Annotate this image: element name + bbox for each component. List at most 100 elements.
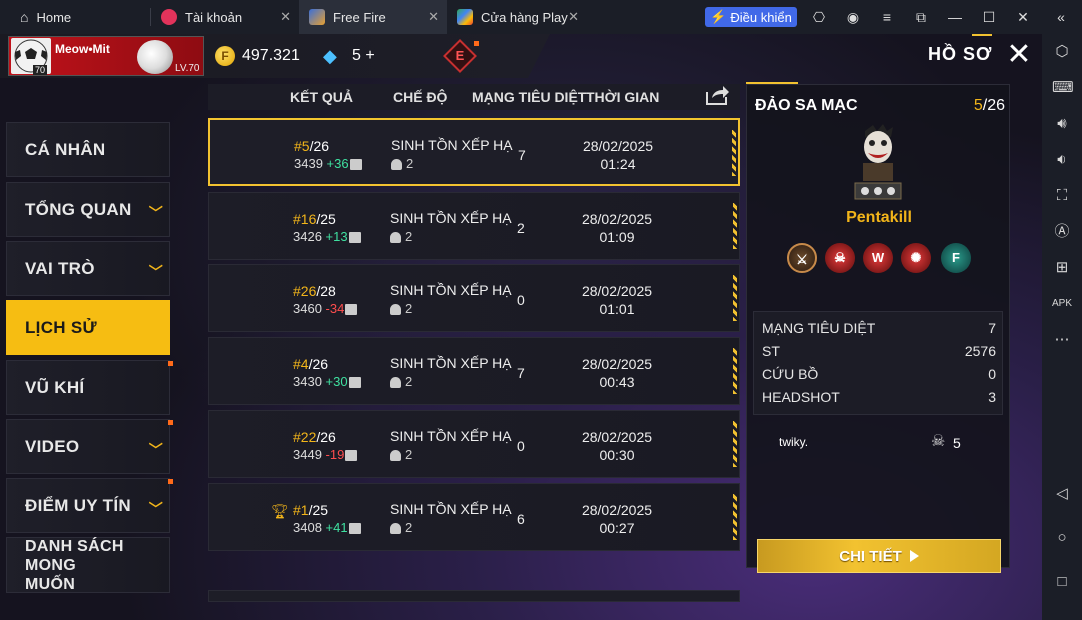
apk-icon[interactable]: APK: [1052, 294, 1072, 314]
match-time: 01:09: [599, 229, 635, 245]
maximize-icon[interactable]: ☐: [981, 9, 997, 25]
match-time: 01:01: [599, 301, 635, 317]
match-kills: 0: [517, 292, 525, 308]
match-row[interactable]: #4/26 3430 +30 SINH TỒN XẾP HẠ 2 7 28/02…: [208, 337, 740, 405]
recents-icon[interactable]: □: [1052, 572, 1072, 592]
person-icon: [390, 304, 401, 316]
match-date: 28/02/2025: [581, 283, 653, 299]
match-kills: 7: [517, 365, 525, 381]
match-row[interactable]: 🏆︎ #1/25 3408 +41 SINH TỒN XẾP HẠ 2 6 28…: [208, 483, 740, 551]
fullscreen-icon[interactable]: ⛶: [1052, 186, 1072, 206]
add-diamond-icon[interactable]: +: [365, 47, 374, 64]
gold-coin-icon: F: [215, 46, 235, 66]
account-icon[interactable]: ◉: [845, 9, 861, 25]
add-instance-icon[interactable]: ⊞: [1052, 258, 1072, 278]
match-row-selected[interactable]: #5/26 3439 +36 SINH TỒN XẾP HẠ 2 7 28/02…: [208, 118, 740, 186]
chevron-down-icon: ﹀: [148, 264, 163, 280]
tab-freefire-label: Free Fire: [333, 9, 386, 25]
menu-item-label: LỊCH SỬ: [25, 317, 97, 337]
match-rank: #26/28: [293, 283, 336, 299]
menu-item-wishlist[interactable]: DANH SÁCH MONG MUỐN: [6, 537, 170, 593]
control-button-label: Điều khiển: [730, 9, 792, 25]
volume-down-icon[interactable]: 🔉︎: [1052, 150, 1072, 170]
coin-balance: 497.321: [242, 47, 300, 64]
gamepad-icon[interactable]: ⎔: [811, 9, 827, 25]
close-icon[interactable]: ✕: [1004, 40, 1034, 70]
match-players: 2: [390, 301, 412, 316]
teammate-kills: 5: [953, 435, 961, 451]
match-kills: 6: [517, 511, 525, 527]
tab-play-store[interactable]: Cửa hàng Play ✕: [447, 0, 587, 34]
menu-item-label: VAI TRÒ: [25, 258, 95, 278]
notification-dot: [474, 41, 479, 46]
minimize-icon[interactable]: —: [947, 9, 963, 25]
menu-item-label: VŨ KHÍ: [25, 377, 85, 397]
match-time: 00:27: [599, 520, 635, 536]
profile-card[interactable]: 70 Meow•Mit LV.70: [8, 36, 204, 76]
tab-home[interactable]: ⌂ Home: [0, 0, 150, 34]
match-points: 3460 -34: [293, 301, 358, 316]
control-button[interactable]: ⚡ Điều khiển: [705, 7, 797, 27]
match-row[interactable]: #26/28 3460 -34 SINH TỒN XẾP HẠ 2 0 28/0…: [208, 264, 740, 332]
match-date: 28/02/2025: [581, 356, 653, 372]
menu-item-label: TỔNG QUAN: [25, 199, 132, 219]
match-row[interactable]: #16/25 3426 +13 SINH TỒN XẾP HẠ 2 2 28/0…: [208, 192, 740, 260]
diamond-balance[interactable]: 5 +: [352, 47, 375, 65]
match-date: 28/02/2025: [582, 138, 654, 154]
tab-close-icon[interactable]: ✕: [428, 9, 439, 25]
match-players: 2: [391, 156, 413, 171]
teammate-name: twiky.: [779, 435, 809, 449]
close-icon[interactable]: ✕: [1015, 9, 1031, 25]
tab-close-icon[interactable]: ✕: [568, 9, 579, 25]
tab-close-icon[interactable]: ✕: [280, 9, 291, 25]
person-icon: [390, 523, 401, 535]
match-row-partial[interactable]: [208, 590, 740, 602]
map-rank: 5/26: [973, 97, 1005, 114]
match-mode: SINH TỒN XẾP HẠ: [390, 501, 512, 517]
rotate-icon[interactable]: Ⓐ: [1052, 222, 1072, 242]
stat-row: CỨU BỒ 0: [762, 366, 996, 388]
tab-account[interactable]: Tài khoản ✕: [151, 0, 299, 34]
tab-freefire[interactable]: Free Fire ✕: [299, 0, 447, 34]
collapse-icon[interactable]: «: [1053, 9, 1069, 25]
match-row[interactable]: #22/26 3449 -19 SINH TỒN XẾP HẠ 2 0 28/0…: [208, 410, 740, 478]
restore-icon[interactable]: ⧉: [913, 9, 929, 25]
menu-item-label: CÁ NHÂN: [25, 139, 106, 159]
details-button[interactable]: CHI TIẾT: [757, 539, 1001, 573]
match-players: 2: [390, 447, 412, 462]
menu-icon[interactable]: ≡: [879, 9, 895, 25]
more-icon[interactable]: ⋯: [1052, 330, 1072, 350]
menu-item-overview[interactable]: TỔNG QUAN ﹀: [6, 182, 170, 237]
freefire-app-icon: [309, 9, 325, 25]
volume-up-icon[interactable]: 🔊︎: [1052, 114, 1072, 134]
settings-hex-icon[interactable]: ⬡: [1052, 42, 1072, 62]
menu-item-video[interactable]: VIDEO ﹀: [6, 419, 173, 474]
menu-item-role[interactable]: VAI TRÒ ﹀: [6, 241, 170, 296]
notification-dot: [168, 361, 173, 366]
match-points: 3430 +30: [293, 374, 361, 389]
row-stripe: [732, 130, 736, 176]
emulator-side-bar: ⬡ ⌨ 🔊︎ 🔉︎ ⛶ Ⓐ ⊞ APK ⋯ ◁ ○ □: [1042, 34, 1082, 620]
keyboard-icon[interactable]: ⌨: [1052, 78, 1074, 98]
medal-icon: ⚔: [787, 243, 817, 273]
match-players: 2: [390, 229, 412, 244]
stat-row: HEADSHOT 3: [762, 389, 996, 411]
chevron-down-icon: ﹀: [148, 501, 163, 517]
menu-item-reputation[interactable]: ĐIỂM UY TÍN ﹀: [6, 478, 173, 533]
menu-item-history[interactable]: LỊCH SỬ: [6, 300, 170, 355]
skull-kill-icon: ☠: [931, 433, 946, 450]
w-badge-icon: W: [863, 243, 893, 273]
map-name: ĐẢO SA MẠC: [755, 97, 858, 114]
back-icon[interactable]: ◁: [1052, 484, 1072, 504]
menu-item-weapons[interactable]: VŨ KHÍ: [6, 360, 173, 415]
home-circle-icon[interactable]: ○: [1052, 528, 1072, 548]
share-icon[interactable]: [704, 84, 730, 106]
column-header-kills: MẠNG TIÊU DIỆT: [472, 89, 587, 105]
note-icon: [348, 377, 361, 389]
person-icon: [391, 159, 402, 171]
match-rank: #5/26: [294, 138, 330, 154]
menu-item-personal[interactable]: CÁ NHÂN: [6, 122, 170, 177]
match-date: 28/02/2025: [581, 211, 653, 227]
row-stripe: [733, 275, 737, 321]
note-icon: [348, 232, 361, 244]
